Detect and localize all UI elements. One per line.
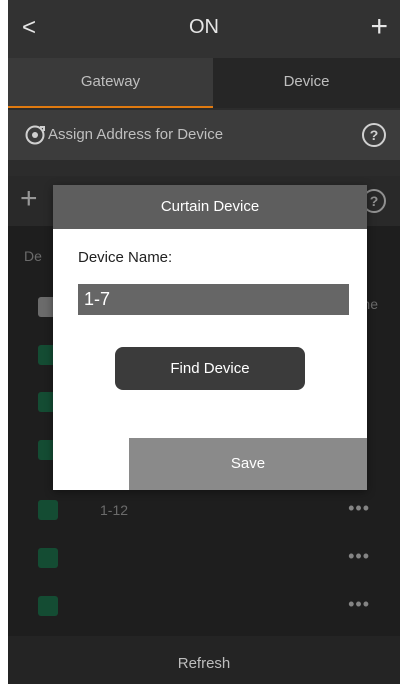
curtain-device-dialog: Curtain Device Device Name: 1-7 Find Dev…: [53, 185, 367, 490]
save-button[interactable]: Save: [129, 438, 367, 490]
refresh-button[interactable]: Refresh: [8, 636, 400, 684]
dialog-title: Curtain Device: [53, 185, 367, 229]
assign-address-icon: [24, 124, 46, 146]
tab-gateway[interactable]: Gateway: [8, 58, 213, 108]
device-name-label: Device Name:: [78, 249, 173, 266]
tab-device[interactable]: Device: [213, 58, 400, 108]
assign-address-label: Assign Address for Device: [48, 126, 224, 143]
assign-address-row[interactable]: Assign Address for Device ?: [8, 110, 400, 160]
top-bar: < ON +: [8, 0, 400, 58]
page-title: ON: [189, 16, 219, 38]
tab-bar: Gateway Device: [8, 58, 400, 108]
find-device-button[interactable]: Find Device: [115, 347, 305, 390]
device-name-input[interactable]: 1-7: [78, 284, 349, 315]
help-icon[interactable]: ?: [362, 123, 386, 147]
add-icon[interactable]: +: [370, 10, 388, 44]
